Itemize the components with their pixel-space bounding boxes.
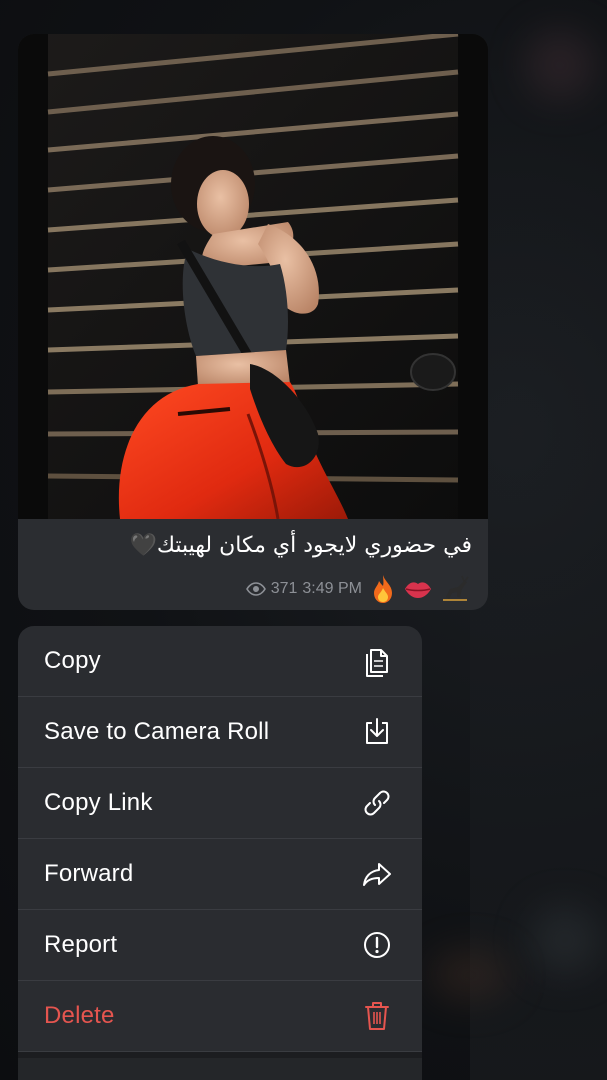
- deer-emoji[interactable]: [440, 575, 470, 603]
- menu-item-label: Forward: [44, 860, 134, 887]
- menu-item-label: Copy Link: [44, 789, 153, 816]
- background-avatar-blur: [525, 30, 595, 100]
- menu-item-label: Save to Camera Roll: [44, 718, 270, 745]
- menu-item-copy-link[interactable]: Copy Link: [18, 768, 422, 839]
- menu-item-forward[interactable]: Forward: [18, 839, 422, 910]
- lips-emoji[interactable]: [404, 578, 432, 600]
- views-indicator: 371 3:49 PM: [245, 580, 362, 598]
- background-content-blur: [430, 950, 510, 1000]
- menu-item-label: Copy: [44, 647, 101, 674]
- menu-item-report[interactable]: Report: [18, 910, 422, 981]
- message-bubble[interactable]: في حضوري لايجود أي مكان لهيبتك🖤 371 3:49…: [18, 34, 488, 610]
- views-count: 371: [270, 580, 298, 597]
- fire-emoji[interactable]: [370, 574, 396, 604]
- menu-item-save-to-camera-roll[interactable]: Save to Camera Roll: [18, 697, 422, 768]
- photo-image: [18, 34, 488, 519]
- menu-item-delete[interactable]: Delete: [18, 981, 422, 1052]
- menu-more-section: [18, 1052, 422, 1080]
- menu-item-copy[interactable]: Copy: [18, 626, 422, 697]
- message-meta: 371 3:49 PM: [232, 572, 470, 606]
- message-time: 3:49 PM: [302, 580, 362, 597]
- context-menu: Copy Save to Camera Roll Copy Link Forwa…: [18, 626, 422, 1080]
- eye-icon: [245, 582, 266, 596]
- trash-icon: [360, 999, 394, 1033]
- menu-item-label: Report: [44, 931, 118, 958]
- message-caption: في حضوري لايجود أي مكان لهيبتك🖤: [129, 533, 472, 558]
- message-photo[interactable]: [18, 34, 488, 519]
- background-avatar-blur: [530, 905, 600, 975]
- menu-item-label: Delete: [44, 1002, 115, 1029]
- report-icon: [360, 928, 394, 962]
- forward-icon: [360, 857, 394, 891]
- download-icon: [360, 715, 394, 749]
- screen: في حضوري لايجود أي مكان لهيبتك🖤 371 3:49…: [0, 0, 607, 1080]
- copy-icon: [360, 644, 394, 678]
- link-icon: [360, 786, 394, 820]
